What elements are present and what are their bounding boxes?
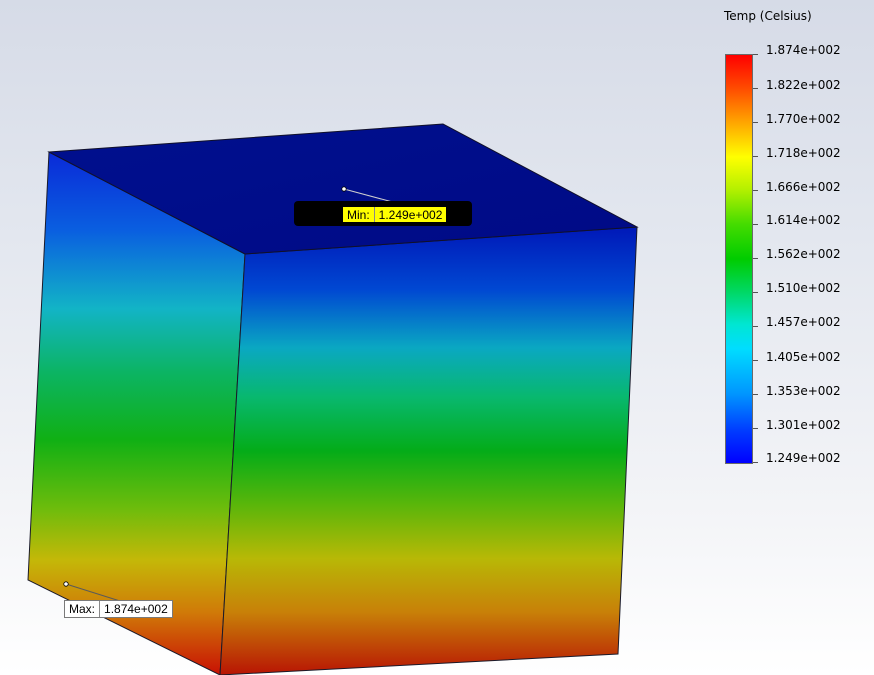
legend-label: 1.353e+002 bbox=[766, 384, 841, 398]
max-probe-point[interactable] bbox=[63, 581, 69, 587]
legend-label: 1.666e+002 bbox=[766, 180, 841, 194]
legend-tick bbox=[753, 462, 758, 463]
max-probe-key: Max: bbox=[65, 601, 101, 617]
legend-tick bbox=[753, 54, 758, 55]
legend-label: 1.301e+002 bbox=[766, 418, 841, 432]
legend-label: 1.405e+002 bbox=[766, 350, 841, 364]
legend-tick bbox=[753, 258, 758, 259]
min-probe-point[interactable] bbox=[341, 186, 347, 192]
min-probe-key: Min: bbox=[343, 207, 375, 222]
legend-label: 1.614e+002 bbox=[766, 213, 841, 227]
legend-label: 1.874e+002 bbox=[766, 43, 841, 57]
legend-label: 1.822e+002 bbox=[766, 78, 841, 92]
legend-tick bbox=[753, 360, 758, 361]
legend-tick bbox=[753, 224, 758, 225]
legend-label: 1.510e+002 bbox=[766, 281, 841, 295]
legend-label: 1.249e+002 bbox=[766, 451, 841, 465]
max-probe-value: 1.874e+002 bbox=[104, 602, 168, 616]
legend-tick bbox=[753, 122, 758, 123]
legend-tick bbox=[753, 156, 758, 157]
legend-tick bbox=[753, 190, 758, 191]
legend-label: 1.562e+002 bbox=[766, 247, 841, 261]
legend-tick bbox=[753, 292, 758, 293]
cube-front-face[interactable] bbox=[219, 226, 638, 675]
legend-label: 1.457e+002 bbox=[766, 315, 841, 329]
legend-title: Temp (Celsius) bbox=[724, 9, 812, 23]
min-probe-value: 1.249e+002 bbox=[378, 207, 443, 222]
legend-label: 1.770e+002 bbox=[766, 112, 841, 126]
legend-label: 1.718e+002 bbox=[766, 146, 841, 160]
legend-tick bbox=[753, 326, 758, 327]
max-probe-label[interactable]: Max: 1.874e+002 bbox=[64, 600, 173, 618]
legend-tick bbox=[753, 88, 758, 89]
legend-tick bbox=[753, 428, 758, 429]
legend-color-bar bbox=[725, 54, 753, 464]
legend-tick bbox=[753, 394, 758, 395]
min-probe-label[interactable]: Min: 1.249e+002 bbox=[342, 206, 448, 223]
